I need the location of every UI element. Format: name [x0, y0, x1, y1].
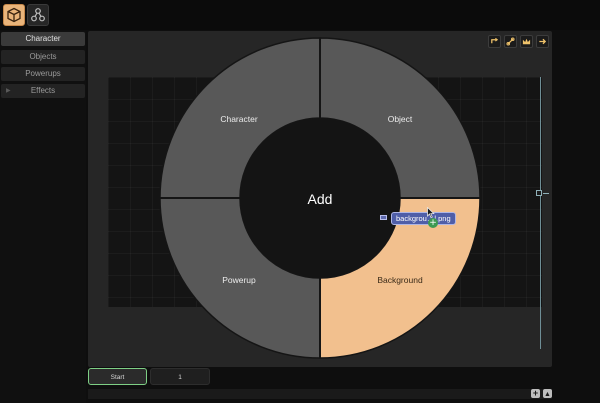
cube-icon [7, 7, 21, 23]
sidebar-item-label: Objects [29, 52, 57, 61]
dragged-file-name: backgrou…l.png [396, 214, 451, 223]
rotate-icon [491, 37, 499, 44]
frame-1-button[interactable]: 1 [150, 368, 210, 385]
sidebar-item-label: Character [25, 34, 61, 43]
sidebar-item-label: Powerups [25, 69, 61, 78]
triangle-up-icon: ▲ [544, 391, 551, 398]
sidebar-item-label: Effects [30, 86, 56, 95]
plus-icon: + [532, 388, 539, 398]
sidebar-item-objects[interactable]: Objects [1, 50, 85, 64]
timeline-bar: Start 1 [88, 367, 552, 387]
dragged-file-chip[interactable]: backgrou…l.png [391, 212, 456, 225]
sidebar-item-effects[interactable]: ▶ Effects [1, 84, 85, 98]
frame-label: Start [110, 374, 125, 381]
crown-button[interactable] [520, 35, 533, 48]
add-frame-button[interactable]: + [531, 389, 540, 398]
footer-strip [88, 389, 552, 399]
top-toolbar [0, 0, 600, 30]
guide-tick [543, 193, 549, 194]
nodes-icon [31, 8, 45, 22]
scene-mode-button[interactable] [3, 4, 25, 26]
next-button[interactable] [536, 35, 549, 48]
link-button[interactable] [504, 35, 517, 48]
frame-start-button[interactable]: Start [88, 368, 147, 385]
logic-mode-button[interactable] [27, 4, 49, 26]
vertical-guide-line[interactable] [540, 77, 541, 349]
drag-item-handle [380, 215, 387, 220]
rotate-button[interactable] [488, 35, 501, 48]
mouse-cursor-icon [427, 207, 435, 218]
sidebar-item-character[interactable]: Character [1, 32, 85, 46]
guide-handle[interactable] [536, 190, 542, 196]
frame-label: 1 [178, 374, 182, 381]
expand-arrow-icon[interactable]: ▶ [6, 84, 11, 98]
link-icon [506, 37, 515, 46]
arrow-right-icon [539, 38, 547, 45]
sidebar-item-powerups[interactable]: Powerups [1, 67, 85, 81]
crown-icon [522, 38, 531, 45]
add-plus-icon: + [428, 218, 438, 228]
category-sidebar: Character Objects Powerups ▶ Effects [0, 31, 86, 403]
collapse-button[interactable]: ▲ [543, 389, 552, 398]
